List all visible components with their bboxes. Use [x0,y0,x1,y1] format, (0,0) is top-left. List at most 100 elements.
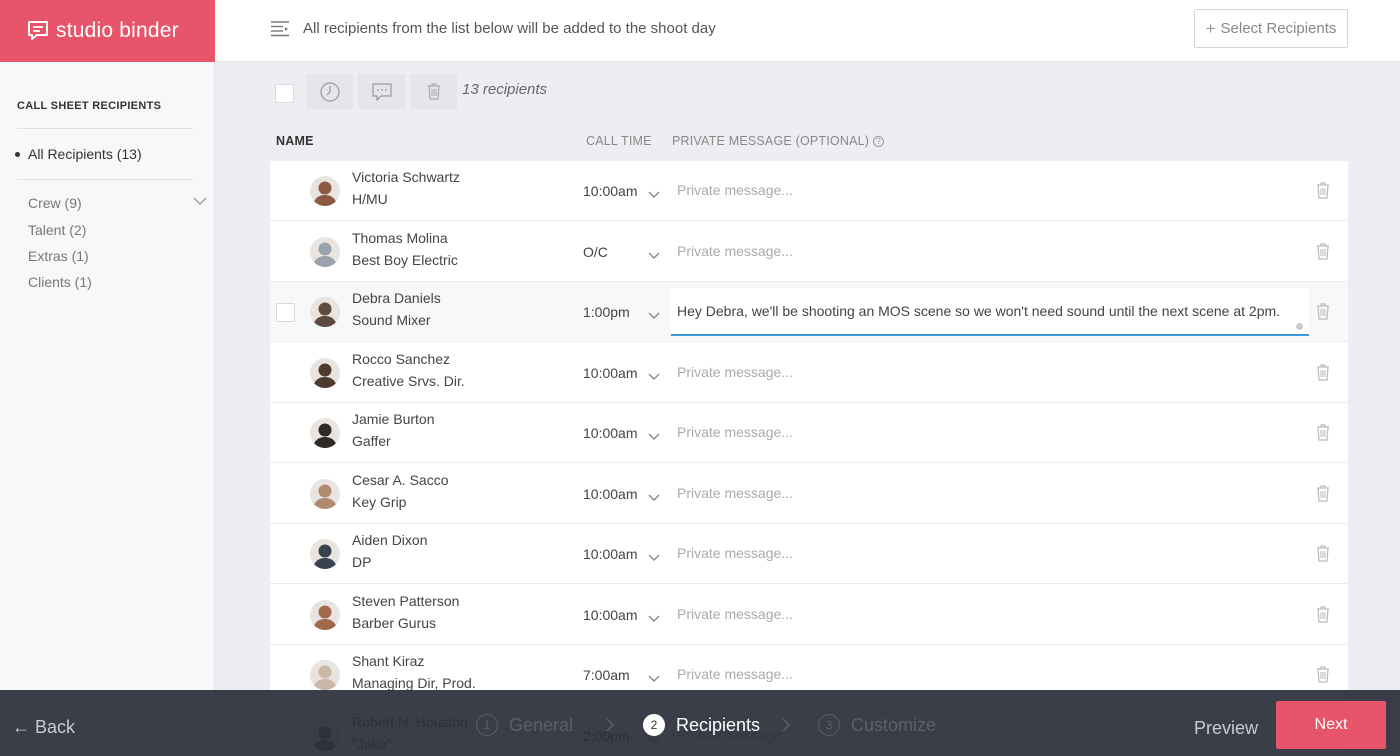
divider [17,128,193,129]
message-icon [371,82,392,101]
call-time-select[interactable]: 10:00am [583,365,637,381]
call-time-dropdown[interactable] [648,428,660,446]
bulk-message-button[interactable] [358,74,405,109]
step-label: Recipients [676,714,761,735]
call-time-dropdown[interactable] [648,610,660,628]
resize-handle[interactable] [1296,323,1303,330]
step-label: General [509,714,574,735]
delete-recipient-button[interactable] [1316,666,1330,688]
private-message-input[interactable]: Private message... [677,545,793,561]
recipient-role: Best Boy Electric [352,251,458,268]
sidebar-item-talent[interactable]: Talent (2) [28,222,86,238]
chevron-down-icon [648,615,660,622]
delete-recipient-button[interactable] [1316,303,1330,325]
select-all-checkbox[interactable] [275,84,294,103]
avatar [310,418,340,448]
call-time-dropdown[interactable] [648,549,660,567]
call-time-select[interactable]: 1:00pm [583,304,630,320]
column-header-private-message: PRIVATE MESSAGE (OPTIONAL) ? [672,134,885,148]
call-time-select[interactable]: 7:00am [583,667,630,683]
chevron-down-icon [648,554,660,561]
private-message-input[interactable]: Hey Debra, we'll be shooting an MOS scen… [671,288,1309,336]
delete-recipient-button[interactable] [1316,363,1330,386]
recipient-role: Barber Gurus [352,614,437,631]
call-time-dropdown[interactable] [648,489,660,507]
recipient-name: Jamie Burton [352,411,435,427]
table-row[interactable]: Victoria Schwartz H/MU 10:00am Private mess… [270,161,1348,221]
delete-recipient-button[interactable] [1316,424,1330,446]
select-recipients-button[interactable]: + Select Recipients [1194,9,1348,48]
preview-button[interactable]: Preview [1194,718,1258,739]
sidebar-item-all-recipients[interactable]: All Recipients (13) [28,146,142,162]
trash-icon [427,83,440,100]
column-header-call-time: CALL TIME [586,134,652,148]
back-button[interactable]: ← Back [12,717,75,738]
logo-text: studio binder [56,19,179,42]
chevron-down-icon [648,252,660,259]
column-header-name: NAME [276,134,314,148]
call-time-dropdown[interactable] [648,368,660,386]
call-time-select[interactable]: 10:00am [583,486,637,502]
private-message-input[interactable]: Private message... [677,424,793,440]
recipient-role: Managing Dir, Prod. [352,675,476,691]
next-button[interactable]: Next [1276,701,1386,749]
app-logo[interactable]: studio binder [0,0,215,62]
table-row[interactable]: Thomas Molina Best Boy Electric O/C Private… [270,222,1348,282]
private-message-input[interactable]: Private message... [677,243,793,259]
call-time-dropdown[interactable] [648,307,660,325]
delete-recipient-button[interactable] [1316,484,1330,507]
step-general[interactable]: 1 General [476,714,573,736]
delete-recipient-button[interactable] [1316,605,1330,628]
sidebar-item-clients[interactable]: Clients (1) [28,274,92,290]
private-message-input[interactable]: Private message... [677,364,793,380]
arrow-left-icon: ← [12,717,30,737]
delete-recipient-button[interactable] [1316,545,1330,567]
private-message-input[interactable]: Private message... [677,666,793,682]
table-row[interactable]: Cesar A. Sacco Key Grip 10:00am Private mes… [270,464,1348,524]
column-header-private-message-label: PRIVATE MESSAGE (OPTIONAL) [672,134,870,148]
help-icon[interactable]: ? [873,135,885,147]
call-time-select[interactable]: 10:00am [583,425,637,441]
trash-icon [1317,484,1329,502]
private-message-input[interactable]: Private message... [677,182,793,198]
trash-icon [1317,545,1329,562]
call-time-select[interactable]: 10:00am [583,183,637,199]
avatar [310,539,340,569]
bulk-delete-button[interactable] [410,74,457,109]
table-row[interactable]: Jamie Burton Gaffer 10:00am Private message… [270,403,1348,463]
avatar [310,297,340,327]
recipient-name: Shant Kiraz [352,653,425,669]
step-recipients[interactable]: 2 Recipients [643,714,760,736]
sidebar-item-crew[interactable]: Crew (9) [28,195,82,211]
recipient-role: Gaffer [352,433,391,449]
call-time-dropdown[interactable] [648,247,660,265]
call-time-select[interactable]: O/C [583,244,608,260]
table-row[interactable]: Steven Patterson Barber Gurus 10:00am Priva… [270,585,1348,645]
sidebar-item-extras[interactable]: Extras (1) [28,248,89,264]
call-time-select[interactable]: 10:00am [583,546,637,562]
step-customize[interactable]: 3 Customize [818,714,936,736]
table-row[interactable]: Aiden Dixon DP 10:00am Private message... [270,524,1348,584]
chevron-down-icon [648,675,660,682]
avatar [310,599,340,630]
recipient-name: Rocco Sanchez [352,350,451,367]
table-row[interactable]: Rocco Sanchez Creative Srvs. Dir. 10:00am P… [270,343,1348,403]
call-time-select[interactable]: 10:00am [583,607,637,623]
avatar [310,236,340,267]
private-message-input[interactable]: Private message... [677,485,793,501]
call-time-dropdown[interactable] [648,670,660,688]
recipient-role: DP [352,554,372,570]
set-call-time-button[interactable] [306,74,353,109]
recipient-name: Thomas Molina [352,229,448,246]
delete-recipient-button[interactable] [1316,242,1330,265]
chevron-right-icon [606,718,615,732]
table-row[interactable]: Debra Daniels Sound Mixer 1:00pm Hey Debra,… [270,282,1348,342]
trash-icon [1317,666,1329,683]
chevron-down-icon[interactable] [193,197,207,206]
call-time-dropdown[interactable] [648,186,660,204]
header-info-text: All recipients from the list below will … [303,20,716,37]
private-message-input[interactable]: Private message... [677,606,793,622]
row-checkbox[interactable] [276,303,295,322]
step-number: 3 [818,714,840,736]
delete-recipient-button[interactable] [1316,182,1330,204]
